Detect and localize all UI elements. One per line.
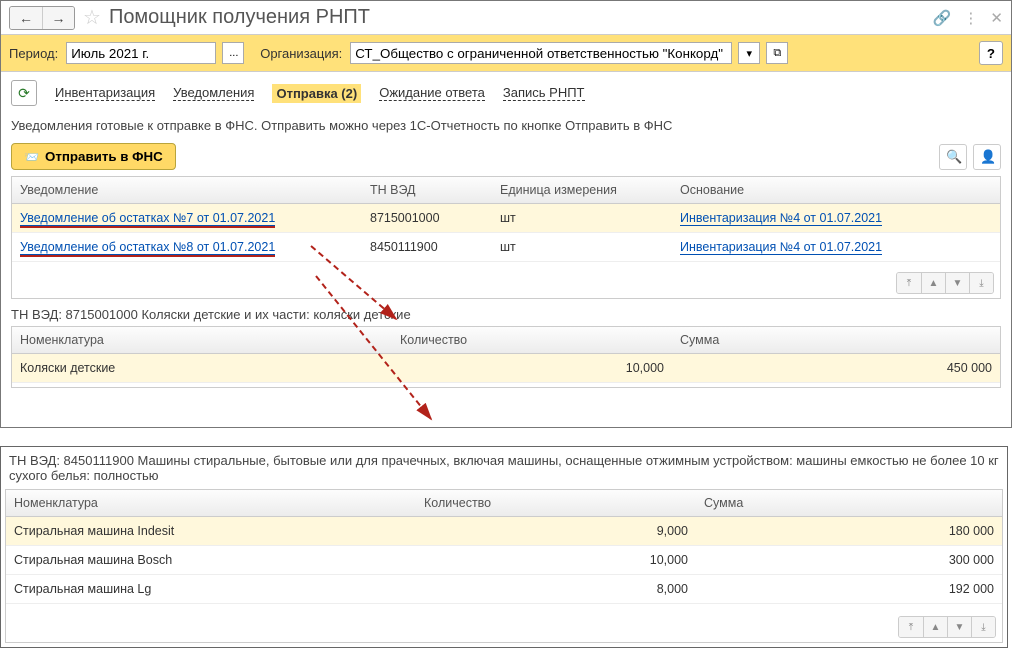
detail1-grid: Номенклатура Количество Сумма Коляски де… [11, 326, 1001, 388]
tnved-cell: 8715001000 [362, 205, 492, 231]
notification-link[interactable]: Уведомление об остатках №7 от 01.07.2021 [20, 211, 275, 226]
nav-down-button[interactable]: ▼ [947, 617, 971, 637]
qty-cell: 10,000 [416, 547, 696, 573]
col-quantity: Количество [416, 490, 696, 516]
col-nomenclature: Номенклатура [6, 490, 416, 516]
col-sum: Сумма [672, 327, 1000, 353]
nom-cell: Коляски детские [12, 355, 392, 381]
tnved-cell: 8450111900 [362, 234, 492, 260]
nav-up-button[interactable]: ▲ [921, 273, 945, 293]
detail2-grid: Номенклатура Количество Сумма Стиральная… [5, 489, 1003, 643]
tab-inventory[interactable]: Инвентаризация [55, 85, 155, 101]
sum-cell: 192 000 [696, 576, 1002, 602]
col-sum: Сумма [696, 490, 1002, 516]
nav-down-button[interactable]: ▼ [945, 273, 969, 293]
table-row[interactable]: Стиральная машина Indesit 9,000 180 000 [6, 517, 1002, 546]
table-row[interactable]: Стиральная машина Bosch 10,000 300 000 [6, 546, 1002, 575]
org-input[interactable] [350, 42, 732, 64]
send-fns-button[interactable]: 📨 Отправить в ФНС [11, 143, 176, 170]
nav-last-button[interactable]: ⤓ [969, 273, 993, 293]
help-button[interactable]: ? [979, 41, 1003, 65]
window-title: Помощник получения РНПТ [109, 6, 933, 29]
col-nomenclature: Номенклатура [12, 327, 392, 353]
nom-cell: Стиральная машина Lg [6, 576, 416, 602]
nom-cell: Стиральная машина Indesit [6, 518, 416, 544]
col-tnved: ТН ВЭД [362, 177, 492, 203]
qty-cell: 10,000 [392, 355, 672, 381]
unit-cell: шт [492, 234, 672, 260]
nav-arrows: ⤒ ▲ ▼ ⤓ [898, 616, 996, 638]
period-label: Период: [9, 46, 58, 61]
sum-cell: 450 000 [672, 355, 1000, 381]
col-quantity: Количество [392, 327, 672, 353]
menu-icon[interactable]: ⋮ [963, 9, 978, 27]
detail2-header: ТН ВЭД: 8450111900 Машины стиральные, бы… [1, 447, 1007, 489]
table-row[interactable]: Уведомление об остатках №7 от 01.07.2021… [12, 204, 1000, 233]
sum-cell: 300 000 [696, 547, 1002, 573]
sum-cell: 180 000 [696, 518, 1002, 544]
table-row[interactable]: Коляски детские 10,000 450 000 [12, 354, 1000, 383]
notification-link[interactable]: Уведомление об остатках №8 от 01.07.2021 [20, 240, 275, 255]
nav-first-button[interactable]: ⤒ [897, 273, 921, 293]
qty-cell: 8,000 [416, 576, 696, 602]
detail1-header: ТН ВЭД: 8715001000 Коляски детские и их … [1, 299, 1011, 326]
nav-first-button[interactable]: ⤒ [899, 617, 923, 637]
tab-record[interactable]: Запись РНПТ [503, 85, 585, 101]
send-label: Отправить в ФНС [45, 149, 163, 164]
forward-button[interactable]: → [42, 7, 74, 29]
period-input[interactable] [66, 42, 216, 64]
tab-waiting[interactable]: Ожидание ответа [379, 85, 485, 101]
back-button[interactable]: ← [10, 7, 42, 29]
qty-cell: 9,000 [416, 518, 696, 544]
user-button[interactable]: 👤 [973, 144, 1001, 170]
nav-up-button[interactable]: ▲ [923, 617, 947, 637]
basis-link[interactable]: Инвентаризация №4 от 01.07.2021 [680, 240, 882, 255]
unit-cell: шт [492, 205, 672, 231]
nom-cell: Стиральная машина Bosch [6, 547, 416, 573]
table-row[interactable]: Стиральная машина Lg 8,000 192 000 [6, 575, 1002, 604]
refresh-button[interactable]: ⟳ [11, 80, 37, 106]
link-icon[interactable]: 🔗 [933, 9, 952, 27]
nav-arrows: ⤒ ▲ ▼ ⤓ [896, 272, 994, 294]
tab-sending[interactable]: Отправка (2) [272, 84, 361, 103]
tab-notifications[interactable]: Уведомления [173, 85, 254, 101]
org-dropdown-button[interactable]: ▾ [738, 42, 760, 64]
period-select-button[interactable]: ... [222, 42, 244, 64]
nav-last-button[interactable]: ⤓ [971, 617, 995, 637]
close-icon[interactable]: ✕ [990, 9, 1003, 27]
basis-link[interactable]: Инвентаризация №4 от 01.07.2021 [680, 211, 882, 226]
search-button[interactable]: 🔍 [939, 144, 967, 170]
org-label: Организация: [260, 46, 342, 61]
org-expand-button[interactable]: ⧉ [766, 42, 788, 64]
favorite-star-icon[interactable]: ☆ [83, 5, 101, 30]
notifications-grid: Уведомление ТН ВЭД Единица измерения Осн… [11, 176, 1001, 299]
col-unit: Единица измерения [492, 177, 672, 203]
table-row[interactable]: Уведомление об остатках №8 от 01.07.2021… [12, 233, 1000, 262]
col-notification: Уведомление [12, 177, 362, 203]
col-basis: Основание [672, 177, 1000, 203]
send-icon: 📨 [24, 150, 39, 164]
info-text: Уведомления готовые к отправке в ФНС. От… [1, 114, 1011, 143]
